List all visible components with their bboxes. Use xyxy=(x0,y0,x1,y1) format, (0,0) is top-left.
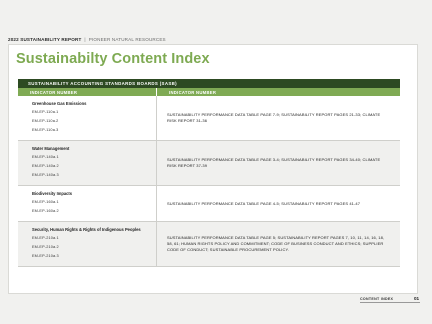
category-label: Water Management xyxy=(32,146,70,151)
reference-cell: SUSTAINABILITY PERFORMANCE DATA TABLE PA… xyxy=(167,157,381,168)
footer-section-label: CONTENT INDEX xyxy=(360,297,394,301)
footer-divider xyxy=(360,302,420,303)
indicator-code: EM-EP-210a.1 xyxy=(32,236,59,240)
indicator-cell: Greenhouse Gas Emissions EM-EP-110a.1 EM… xyxy=(18,96,157,140)
report-header: 2022 SUSTAINABILITY REPORT | PIONEER NAT… xyxy=(8,34,428,44)
reference-cell: SUSTAINABILITY PERFORMANCE DATA TABLE PA… xyxy=(167,112,381,123)
indicator-cell: Biodiversity Impacts EM-EP-160a.1 EM-EP-… xyxy=(18,186,157,221)
column-header-indicator: INDICATOR NUMBER xyxy=(18,88,157,96)
indicator-cell: Water Management EM-EP-140a.1 EM-EP-140a… xyxy=(18,141,157,185)
indicator-code: EM-EP-140a.3 xyxy=(32,173,59,177)
indicator-code: EM-EP-210a.3 xyxy=(32,254,59,258)
indicator-code: EM-EP-110a.3 xyxy=(32,128,59,132)
table-row: Biodiversity Impacts EM-EP-160a.1 EM-EP-… xyxy=(18,186,400,222)
table-row: Security, Human Rights & Rights of Indig… xyxy=(18,222,400,267)
page-number: 01 xyxy=(414,296,420,301)
reference-cell: SUSTAINABILITY PERFORMANCE DATA TABLE PA… xyxy=(167,200,361,206)
category-label: Biodiversity Impacts xyxy=(32,191,73,196)
category-label: Security, Human Rights & Rights of Indig… xyxy=(32,227,141,232)
indicator-code: EM-EP-140a.1 xyxy=(32,155,59,159)
reference-cell: SUSTAINABILITY PERFORMANCE DATA TABLE PA… xyxy=(167,235,385,252)
indicator-code: EM-EP-160a.2 xyxy=(32,209,59,213)
indicator-code: EM-EP-160a.1 xyxy=(32,200,59,204)
page-title: Sustainabilty Content Index xyxy=(16,51,210,67)
organization-name: PIONEER NATURAL RESOURCES xyxy=(88,36,166,42)
table-column-headers: INDICATOR NUMBER INDICATOR NUMBER xyxy=(18,88,400,96)
indicator-code: EM-EP-110a.1 xyxy=(32,110,59,114)
category-label: Greenhouse Gas Emissions xyxy=(32,101,87,106)
header-separator: | xyxy=(84,36,86,42)
table-row: Water Management EM-EP-140a.1 EM-EP-140a… xyxy=(18,141,400,186)
table-row: Greenhouse Gas Emissions EM-EP-110a.1 EM… xyxy=(18,96,400,141)
indicator-cell: Security, Human Rights & Rights of Indig… xyxy=(18,222,157,266)
sasb-table: SUSTAINABILITY ACCOUNTING STANDARDS BOAR… xyxy=(18,79,400,267)
indicator-code: EM-EP-110a.2 xyxy=(32,119,59,123)
indicator-code: EM-EP-210a.2 xyxy=(32,245,59,249)
table-band: SUSTAINABILITY ACCOUNTING STANDARDS BOAR… xyxy=(18,79,400,88)
column-header-reference: INDICATOR NUMBER xyxy=(169,89,217,95)
indicator-code: EM-EP-140a.2 xyxy=(32,164,59,168)
report-title: 2022 SUSTAINABILITY REPORT xyxy=(8,36,82,42)
